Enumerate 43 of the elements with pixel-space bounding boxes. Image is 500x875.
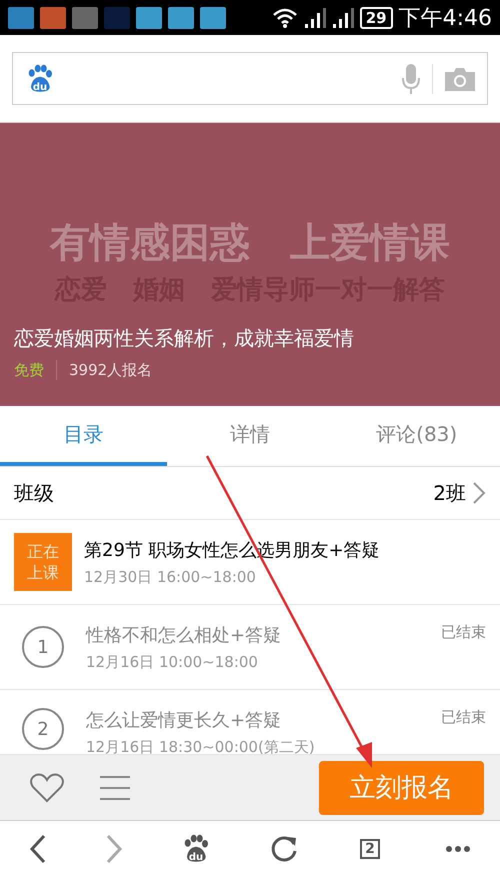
more-icon[interactable]	[445, 844, 471, 852]
notification-icon	[72, 6, 98, 28]
lesson-time: 12月16日 18:30~00:00(第二天)	[86, 738, 316, 754]
refresh-icon[interactable]	[269, 834, 299, 864]
notification-icon	[136, 6, 162, 28]
course-title: 恋爱婚姻两性关系解析，成就幸福爱情	[14, 325, 355, 352]
signal-icon	[332, 8, 354, 28]
lesson-status: 已结束	[441, 623, 486, 642]
lesson-title[interactable]: 第29节 职场女性怎么选男朋友+答疑	[84, 538, 486, 562]
lesson-number: 2	[22, 708, 64, 750]
tab[interactable]: 目录	[0, 406, 167, 466]
tab[interactable]: 评论(83)	[333, 406, 500, 466]
lesson-status: 已结束	[441, 708, 486, 727]
heart-icon[interactable]	[30, 772, 64, 802]
notification-icon	[40, 6, 66, 28]
class-label: 班级	[14, 480, 54, 506]
battery-level: 29	[360, 6, 393, 28]
lesson-number: 1	[22, 626, 64, 668]
search-field[interactable]: du	[12, 52, 488, 105]
signal-icon	[304, 8, 326, 28]
signup-count: 3992人报名	[69, 360, 152, 380]
price-label: 免费	[14, 360, 44, 380]
back-icon[interactable]	[29, 834, 47, 864]
forward-icon[interactable]	[105, 834, 123, 864]
menu-icon[interactable]	[100, 774, 130, 800]
notification-icon	[104, 6, 130, 28]
signup-button[interactable]: 立刻报名	[319, 760, 484, 814]
live-badge: 正在上课	[14, 533, 72, 591]
lesson-time: 12月30日 16:00~18:00	[84, 568, 257, 586]
clock-time: 下午4:46	[398, 4, 492, 32]
tab[interactable]: 详情	[166, 406, 334, 466]
notification-icon	[168, 6, 194, 28]
chevron-right-icon	[472, 481, 486, 505]
notification-icon	[8, 6, 34, 28]
wifi-icon	[272, 8, 298, 28]
lesson-title[interactable]: 怎么让爱情更长久+答疑	[86, 708, 429, 732]
notification-icon	[200, 6, 226, 28]
lesson-time: 12月16日 10:00~18:00	[86, 652, 259, 672]
tab-count[interactable]: 2	[357, 834, 387, 864]
class-row[interactable]: 班级 2班	[0, 467, 500, 520]
lesson-title[interactable]: 性格不和怎么相处+答疑	[86, 622, 429, 646]
class-value: 2班	[433, 480, 466, 506]
banner-headline: 有情感困惑 上爱情课	[48, 219, 451, 268]
